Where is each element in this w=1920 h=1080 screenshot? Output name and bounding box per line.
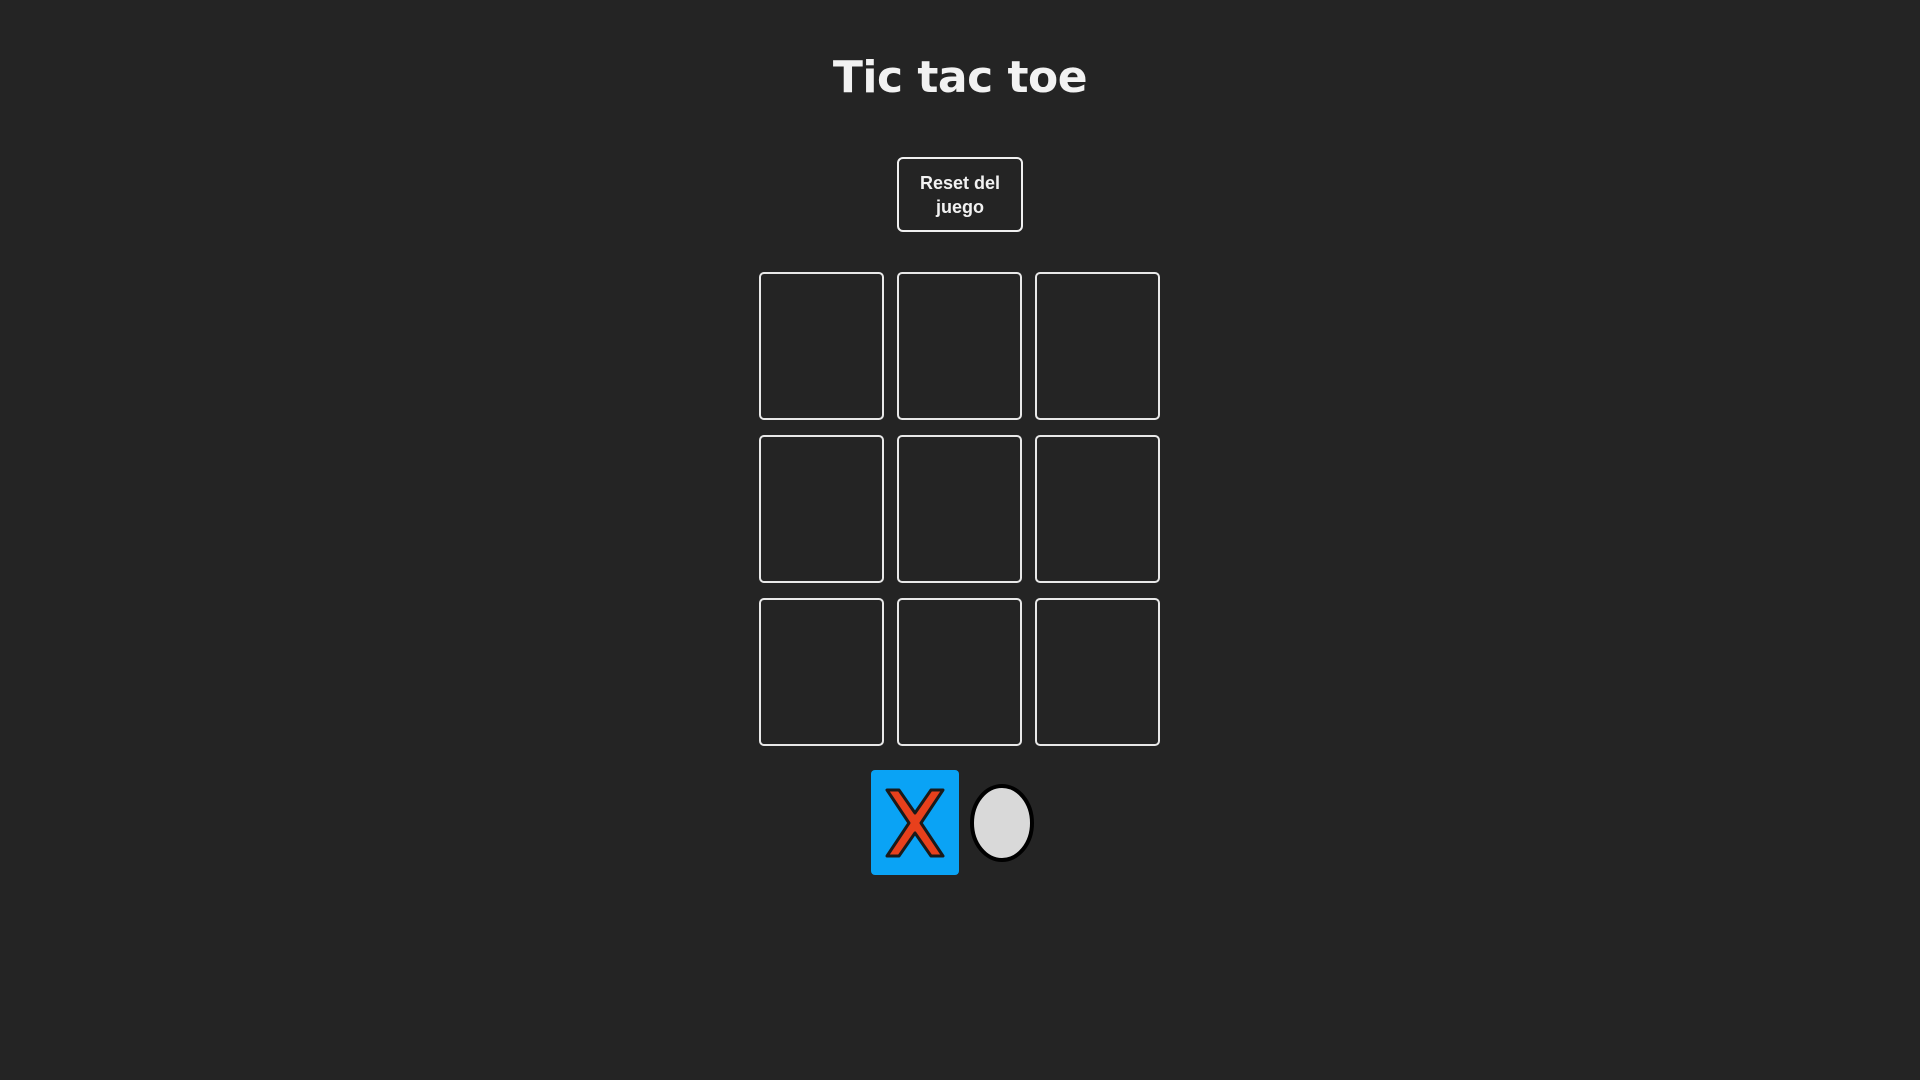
board-cell-3[interactable]	[1035, 272, 1160, 420]
turn-indicator	[871, 770, 1035, 875]
reset-game-button[interactable]: Reset del juego	[897, 157, 1023, 232]
board-cell-8[interactable]	[897, 598, 1022, 746]
board-cell-9[interactable]	[1035, 598, 1160, 746]
board-cell-5[interactable]	[897, 435, 1022, 583]
x-mark-icon	[885, 788, 945, 857]
circle-mark-icon	[970, 783, 1034, 862]
player-o-badge	[969, 783, 1035, 863]
page-title: Tic tac toe	[832, 52, 1088, 103]
board-cell-6[interactable]	[1035, 435, 1160, 583]
game-app: Tic tac toe Reset del juego	[0, 0, 1920, 1080]
board-cell-4[interactable]	[759, 435, 884, 583]
board-cell-1[interactable]	[759, 272, 884, 420]
game-board	[759, 272, 1160, 746]
player-x-turn-badge	[871, 770, 959, 875]
board-cell-2[interactable]	[897, 272, 1022, 420]
board-cell-7[interactable]	[759, 598, 884, 746]
